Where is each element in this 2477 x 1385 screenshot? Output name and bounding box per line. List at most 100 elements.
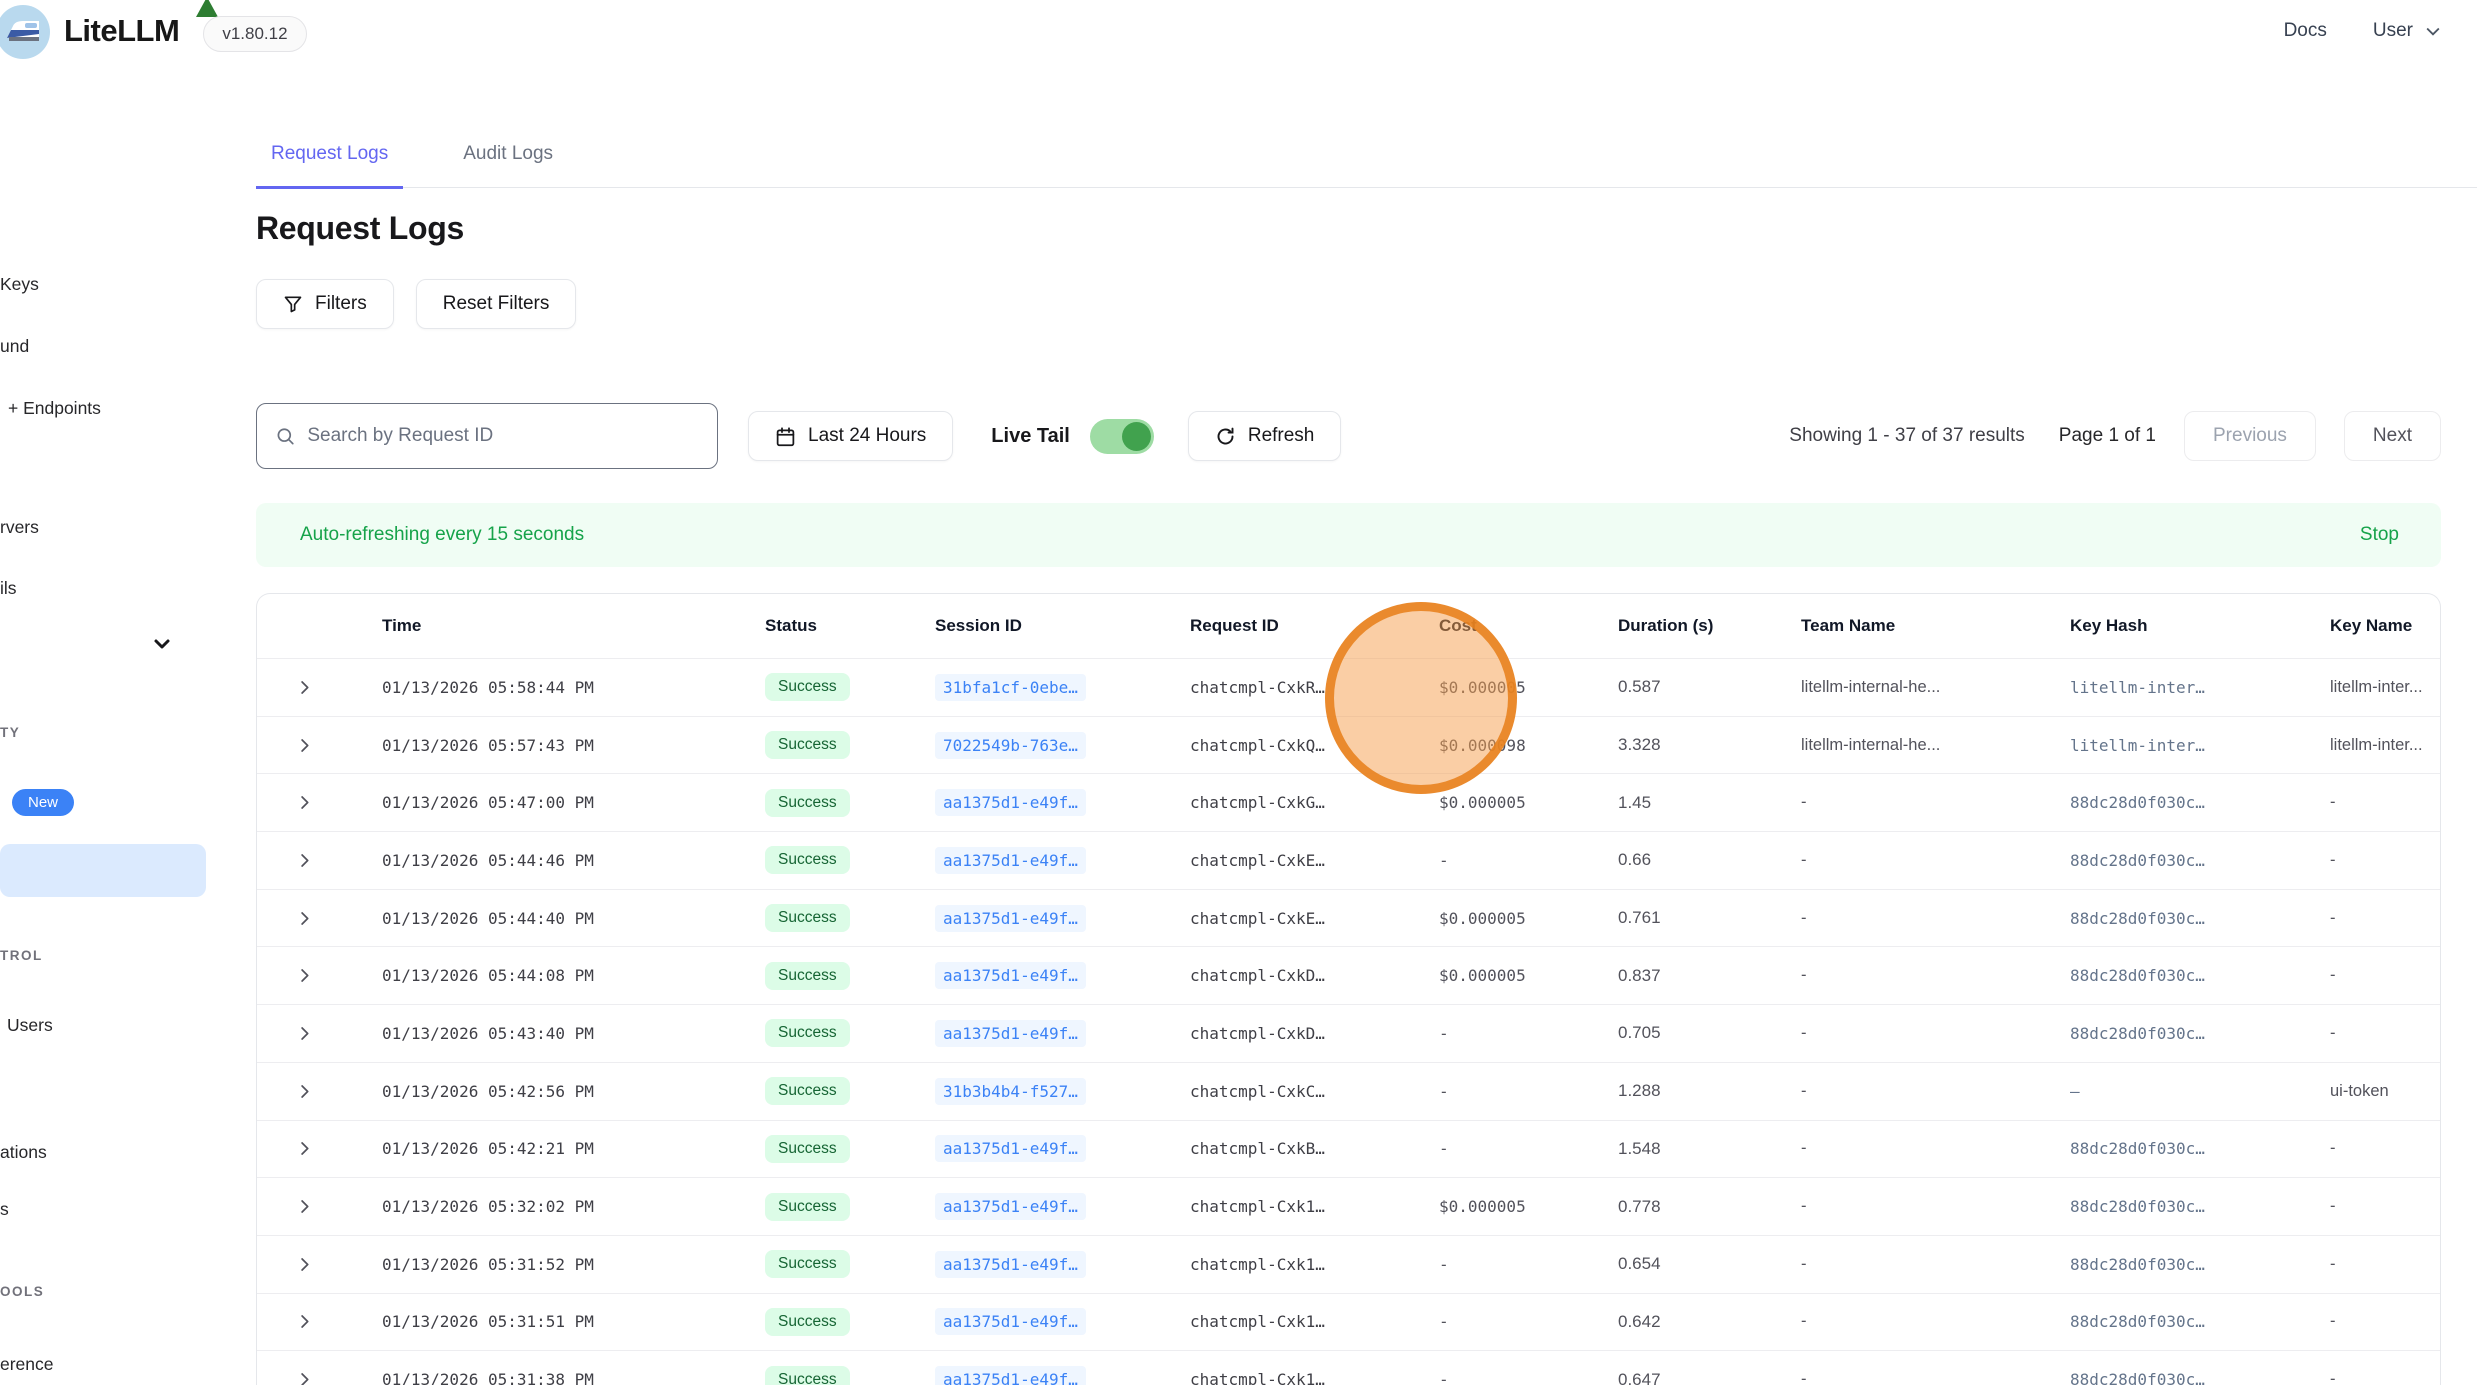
cell-key-name: - bbox=[2330, 851, 2440, 870]
tab-audit-logs[interactable]: Audit Logs bbox=[448, 142, 568, 187]
session-id-link[interactable]: aa1375d1-e49f… bbox=[935, 1135, 1086, 1162]
cell-cost: - bbox=[1439, 851, 1618, 870]
cell-time: 01/13/2026 05:43:40 PM bbox=[382, 1024, 765, 1043]
cell-duration: 0.587 bbox=[1618, 677, 1801, 697]
next-page-button[interactable]: Next bbox=[2344, 411, 2441, 461]
session-id-link[interactable]: aa1375d1-e49f… bbox=[935, 1193, 1086, 1220]
cell-key-hash: 88dc28d0f030c… bbox=[2070, 1024, 2330, 1043]
session-id-link[interactable]: aa1375d1-e49f… bbox=[935, 1251, 1086, 1278]
expand-row-button[interactable] bbox=[257, 678, 382, 697]
table-row[interactable]: 01/13/2026 05:31:52 PM Success aa1375d1-… bbox=[257, 1235, 2440, 1293]
table-row[interactable]: 01/13/2026 05:42:21 PM Success aa1375d1-… bbox=[257, 1120, 2440, 1178]
top-header: LiteLLM v1.80.12 Docs User bbox=[0, 0, 2477, 62]
table-row[interactable]: 01/13/2026 05:44:08 PM Success aa1375d1-… bbox=[257, 946, 2440, 1004]
sidebar: Keys und + Endpoints rvers ils TY New TR… bbox=[0, 62, 232, 1385]
cell-team-name: - bbox=[1801, 1255, 2070, 1274]
sidebar-collapse-chevron-icon[interactable] bbox=[150, 632, 174, 656]
user-menu[interactable]: User bbox=[2373, 20, 2443, 42]
cell-key-hash: 88dc28d0f030c… bbox=[2070, 1312, 2330, 1331]
table-row[interactable]: 01/13/2026 05:44:40 PM Success aa1375d1-… bbox=[257, 889, 2440, 947]
session-id-link[interactable]: aa1375d1-e49f… bbox=[935, 1366, 1086, 1385]
filters-button-label: Filters bbox=[315, 293, 367, 315]
table-row[interactable]: 01/13/2026 05:31:38 PM Success aa1375d1-… bbox=[257, 1350, 2440, 1385]
expand-row-button[interactable] bbox=[257, 736, 382, 755]
docs-link[interactable]: Docs bbox=[2284, 20, 2327, 42]
cell-key-hash: 88dc28d0f030c… bbox=[2070, 1255, 2330, 1274]
table-row[interactable]: 01/13/2026 05:31:51 PM Success aa1375d1-… bbox=[257, 1293, 2440, 1351]
table-row[interactable]: 01/13/2026 05:58:44 PM Success 31bfa1cf-… bbox=[257, 658, 2440, 716]
table-row[interactable]: 01/13/2026 05:42:56 PM Success 31b3b4b4-… bbox=[257, 1062, 2440, 1120]
expand-row-button[interactable] bbox=[257, 793, 382, 812]
status-badge: Success bbox=[765, 789, 850, 817]
table-row[interactable]: 01/13/2026 05:43:40 PM Success aa1375d1-… bbox=[257, 1004, 2440, 1062]
sidebar-item-endpoints[interactable]: + Endpoints bbox=[8, 398, 101, 419]
sidebar-item-organizations[interactable]: ations bbox=[0, 1142, 47, 1163]
session-id-link[interactable]: aa1375d1-e49f… bbox=[935, 789, 1086, 816]
cell-time: 01/13/2026 05:42:21 PM bbox=[382, 1139, 765, 1158]
col-time: Time bbox=[382, 616, 765, 636]
expand-row-button[interactable] bbox=[257, 1082, 382, 1101]
stop-auto-refresh-link[interactable]: Stop bbox=[2360, 524, 2399, 546]
expand-row-button[interactable] bbox=[257, 966, 382, 985]
expand-row-button[interactable] bbox=[257, 1255, 382, 1274]
expand-row-button[interactable] bbox=[257, 1024, 382, 1043]
session-id-link[interactable]: aa1375d1-e49f… bbox=[935, 847, 1086, 874]
cell-duration: 1.288 bbox=[1618, 1081, 1801, 1101]
sidebar-item-selected-logs[interactable] bbox=[0, 844, 206, 897]
cell-key-name: - bbox=[2330, 909, 2440, 928]
page-title: Request Logs bbox=[256, 210, 2441, 247]
cell-time: 01/13/2026 05:44:46 PM bbox=[382, 851, 765, 870]
cell-key-hash: 88dc28d0f030c… bbox=[2070, 1197, 2330, 1216]
filters-button[interactable]: Filters bbox=[256, 279, 394, 329]
sidebar-item-guardrails[interactable]: ils bbox=[0, 578, 17, 599]
session-id-link[interactable]: aa1375d1-e49f… bbox=[935, 1308, 1086, 1335]
refresh-icon bbox=[1215, 426, 1236, 447]
status-badge: Success bbox=[765, 1077, 850, 1105]
cell-cost: $0.000005 bbox=[1439, 909, 1618, 928]
sidebar-item-teams[interactable]: s bbox=[0, 1199, 9, 1220]
cell-time: 01/13/2026 05:44:40 PM bbox=[382, 909, 765, 928]
expand-row-button[interactable] bbox=[257, 1312, 382, 1331]
cell-duration: 0.647 bbox=[1618, 1370, 1801, 1385]
previous-page-button[interactable]: Previous bbox=[2184, 411, 2316, 461]
page-indicator: Page 1 of 1 bbox=[2059, 425, 2156, 447]
session-id-link[interactable]: aa1375d1-e49f… bbox=[935, 905, 1086, 932]
table-row[interactable]: 01/13/2026 05:32:02 PM Success aa1375d1-… bbox=[257, 1177, 2440, 1235]
session-id-link[interactable]: 31b3b4b4-f527… bbox=[935, 1078, 1086, 1105]
session-id-link[interactable]: aa1375d1-e49f… bbox=[935, 1020, 1086, 1047]
cell-key-hash: 88dc28d0f030c… bbox=[2070, 1370, 2330, 1385]
sidebar-item-playground[interactable]: und bbox=[0, 336, 29, 357]
table-row[interactable]: 01/13/2026 05:47:00 PM Success aa1375d1-… bbox=[257, 773, 2440, 831]
sidebar-item-servers[interactable]: rvers bbox=[0, 517, 39, 538]
cell-cost: - bbox=[1439, 1139, 1618, 1158]
cell-key-name: ui-token bbox=[2330, 1082, 2440, 1101]
table-row[interactable]: 01/13/2026 05:44:46 PM Success aa1375d1-… bbox=[257, 831, 2440, 889]
expand-row-button[interactable] bbox=[257, 1139, 382, 1158]
expand-row-button[interactable] bbox=[257, 851, 382, 870]
expand-row-button[interactable] bbox=[257, 1370, 382, 1385]
session-id-link[interactable]: aa1375d1-e49f… bbox=[935, 962, 1086, 989]
auto-refresh-banner: Auto-refreshing every 15 seconds Stop bbox=[256, 503, 2441, 567]
cell-key-hash: 88dc28d0f030c… bbox=[2070, 851, 2330, 870]
cell-team-name: - bbox=[1801, 851, 2070, 870]
search-input[interactable] bbox=[307, 425, 701, 447]
expand-row-button[interactable] bbox=[257, 1197, 382, 1216]
app-title: LiteLLM bbox=[64, 13, 179, 49]
reset-filters-button[interactable]: Reset Filters bbox=[416, 279, 577, 329]
filter-funnel-icon bbox=[283, 294, 303, 314]
time-range-button[interactable]: Last 24 Hours bbox=[748, 411, 953, 461]
live-tail-toggle[interactable] bbox=[1090, 419, 1154, 454]
session-id-link[interactable]: 7022549b-763e… bbox=[935, 732, 1086, 759]
sidebar-item-keys[interactable]: Keys bbox=[0, 274, 39, 295]
table-row[interactable]: 01/13/2026 05:57:43 PM Success 7022549b-… bbox=[257, 716, 2440, 774]
cell-request-id: chatcmpl-CxkD… bbox=[1190, 1024, 1439, 1043]
chevron-right-icon bbox=[295, 1370, 314, 1385]
sidebar-item-users[interactable]: Users bbox=[7, 1015, 53, 1036]
status-badge: Success bbox=[765, 904, 850, 932]
cell-request-id: chatcmpl-CxkQ… bbox=[1190, 736, 1439, 755]
sidebar-item-reference[interactable]: erence bbox=[0, 1354, 54, 1375]
session-id-link[interactable]: 31bfa1cf-0ebe… bbox=[935, 674, 1086, 701]
tab-request-logs[interactable]: Request Logs bbox=[256, 142, 403, 189]
expand-row-button[interactable] bbox=[257, 909, 382, 928]
refresh-button[interactable]: Refresh bbox=[1188, 411, 1342, 461]
